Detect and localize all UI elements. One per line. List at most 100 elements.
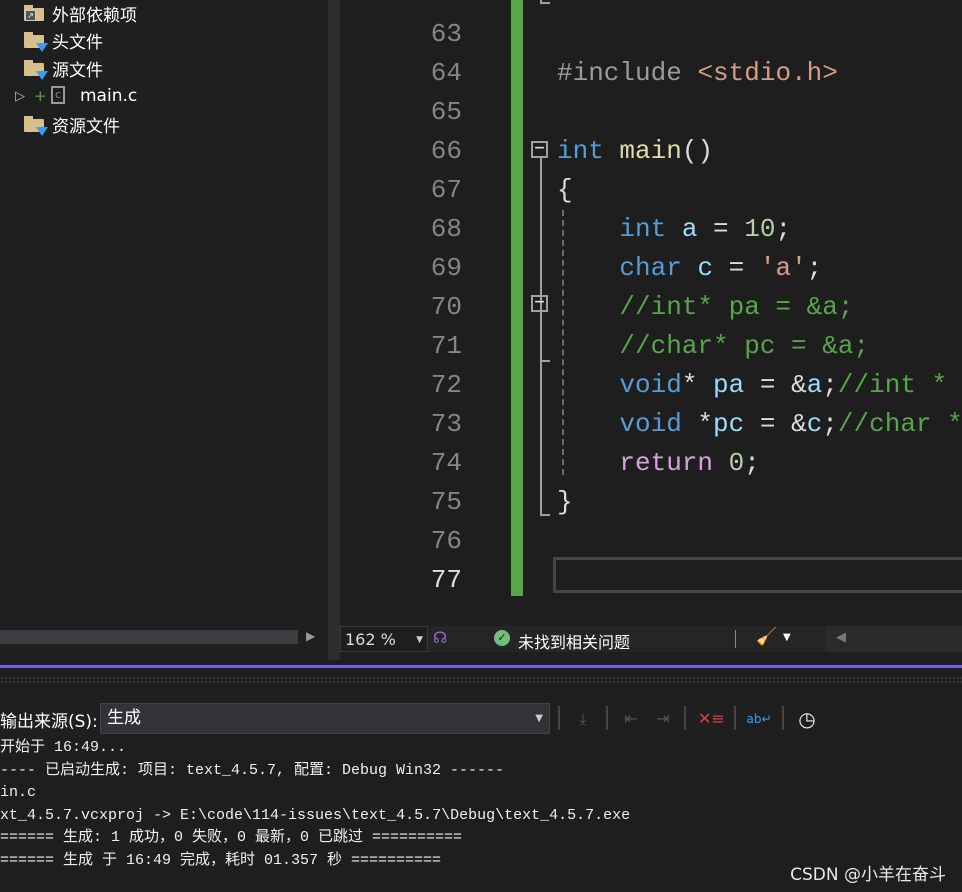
c-file-icon: c bbox=[51, 86, 65, 104]
watermark: CSDN @小羊在奋斗 bbox=[790, 865, 946, 885]
code-token-var: a bbox=[681, 214, 698, 244]
horizontal-scrollbar[interactable] bbox=[0, 630, 298, 644]
code-token-number: 10 bbox=[744, 214, 776, 244]
line-number: 74 bbox=[430, 448, 462, 478]
code-token-comment: //int * bbox=[837, 370, 948, 400]
code-token-keyword: void bbox=[557, 409, 682, 439]
code-token-text: ; bbox=[744, 448, 760, 478]
collapse-icon[interactable]: − bbox=[531, 295, 548, 312]
code-line[interactable]: { bbox=[557, 171, 573, 210]
chevron-down-icon: ▼ bbox=[535, 713, 543, 724]
output-source-select[interactable]: 生成 ▼ bbox=[100, 703, 550, 734]
code-token-return: return bbox=[557, 448, 714, 478]
code-line[interactable]: //char* pc = &a; bbox=[557, 327, 869, 366]
code-token-text: = & bbox=[744, 370, 807, 400]
code-token-text: { bbox=[557, 175, 573, 205]
output-line: 开始于 16:49... bbox=[0, 739, 127, 756]
issues-status[interactable]: 未找到相关问题 bbox=[518, 629, 630, 653]
code-token-text: } bbox=[557, 487, 573, 517]
code-line[interactable]: int a = 10; bbox=[557, 210, 791, 249]
code-token-comment: //char* pc = &a; bbox=[557, 331, 870, 361]
expand-arrow-icon[interactable]: ▷ bbox=[15, 89, 25, 104]
line-number: 68 bbox=[430, 214, 462, 244]
line-number: 75 bbox=[430, 487, 462, 517]
code-token-var: c bbox=[806, 409, 823, 439]
code-token-func: main bbox=[619, 136, 682, 166]
chevron-down-icon: ▼ bbox=[416, 635, 423, 645]
code-cleanup-broom-icon[interactable]: 🧹 bbox=[756, 627, 777, 647]
line-number: 77 bbox=[430, 565, 462, 595]
line-number: 66 bbox=[430, 136, 462, 166]
clock-icon[interactable]: ◷ bbox=[794, 706, 820, 732]
code-token-text: ; bbox=[806, 253, 823, 283]
code-token-var: a bbox=[806, 370, 823, 400]
code-token-text: * bbox=[681, 409, 714, 439]
filter-folder-icon bbox=[24, 60, 48, 80]
added-plus-icon: + bbox=[34, 87, 47, 105]
indent-guide bbox=[562, 210, 564, 475]
clear-all-icon[interactable]: ✕≡ bbox=[698, 706, 725, 732]
fold-guide bbox=[540, 158, 542, 515]
panel-accent-line bbox=[0, 665, 962, 668]
horizontal-scrollbar[interactable]: ◀ bbox=[826, 626, 962, 652]
previous-message-icon[interactable]: ⇤ bbox=[618, 706, 644, 732]
toolbar-separator bbox=[684, 706, 686, 730]
output-line: ====== 生成: 1 成功，0 失败，0 最新，0 已跳过 ========… bbox=[0, 829, 463, 846]
word-wrap-icon[interactable]: ab↵ bbox=[746, 706, 772, 732]
code-token-text: ; bbox=[822, 409, 838, 439]
code-token-keyword: char bbox=[557, 253, 682, 283]
next-message-icon[interactable]: ⇥ bbox=[650, 706, 676, 732]
tree-item-header-files[interactable]: 头文件 bbox=[0, 27, 103, 53]
zoom-value: 162 % bbox=[345, 630, 396, 649]
code-token-text: ; bbox=[822, 370, 838, 400]
line-number: 64 bbox=[430, 58, 462, 88]
line-number: 70 bbox=[430, 292, 462, 322]
panel-drag-handle[interactable] bbox=[0, 676, 962, 684]
code-line[interactable]: //int* pa = &a; bbox=[557, 288, 853, 327]
code-token-text: ; bbox=[775, 214, 792, 244]
filter-folder-icon bbox=[24, 116, 48, 136]
output-source-label: 输出来源(S): bbox=[0, 712, 98, 732]
scroll-left-arrow-icon[interactable]: ◀ bbox=[836, 630, 846, 645]
tree-item-external-deps[interactable]: ↗ 外部依赖项 bbox=[0, 0, 137, 26]
line-number: 72 bbox=[430, 370, 462, 400]
panel-splitter[interactable] bbox=[328, 0, 340, 660]
output-source-value: 生成 bbox=[107, 708, 141, 728]
code-token-keyword: void bbox=[557, 370, 682, 400]
fold-guide bbox=[540, 360, 550, 362]
code-line[interactable]: void *pc = &c;//char * bbox=[557, 405, 962, 444]
line-number: 69 bbox=[430, 253, 462, 283]
code-token-string: <stdio.h> bbox=[697, 58, 838, 88]
tree-item-label: 头文件 bbox=[52, 32, 103, 53]
collapse-icon[interactable]: − bbox=[531, 141, 548, 158]
code-token-text: = & bbox=[744, 409, 807, 439]
intellicode-icon[interactable]: ☊ bbox=[433, 628, 447, 647]
code-line[interactable]: int main() bbox=[557, 132, 713, 171]
code-line[interactable]: #include <stdio.h> bbox=[557, 54, 838, 93]
output-line: ---- 已启动生成: 项目: text_4.5.7, 配置: Debug Wi… bbox=[0, 761, 505, 779]
scroll-right-arrow-icon[interactable]: ▶ bbox=[306, 629, 315, 643]
tree-item-source-files[interactable]: 源文件 bbox=[0, 55, 103, 81]
go-to-line-icon[interactable]: ⤓ bbox=[570, 706, 596, 732]
line-number: 67 bbox=[430, 175, 462, 205]
code-token-var: pa bbox=[713, 370, 745, 400]
tree-item-resource-files[interactable]: 资源文件 bbox=[0, 111, 120, 137]
line-number: 65 bbox=[430, 97, 462, 127]
zoom-dropdown[interactable]: 162 % ▼ bbox=[340, 626, 428, 652]
code-line[interactable]: } bbox=[557, 483, 573, 522]
code-line[interactable]: char c = 'a'; bbox=[557, 249, 822, 288]
code-line[interactable]: void* pa = &a;//int * bbox=[557, 366, 947, 405]
code-token-text: * bbox=[681, 370, 714, 400]
fold-guide bbox=[540, 514, 550, 516]
code-token-text: () bbox=[681, 136, 714, 166]
output-line: ====== 生成 于 16:49 完成，耗时 01.357 秒 =======… bbox=[0, 851, 442, 869]
tree-item-label: 源文件 bbox=[52, 60, 103, 81]
toolbar-separator bbox=[734, 706, 736, 730]
check-circle-icon: ✓ bbox=[494, 630, 510, 646]
chevron-down-icon[interactable]: ▼ bbox=[783, 632, 791, 643]
code-line[interactable]: return 0; bbox=[557, 444, 760, 483]
external-deps-folder-icon: ↗ bbox=[24, 5, 46, 21]
code-token-string: 'a' bbox=[759, 253, 807, 283]
